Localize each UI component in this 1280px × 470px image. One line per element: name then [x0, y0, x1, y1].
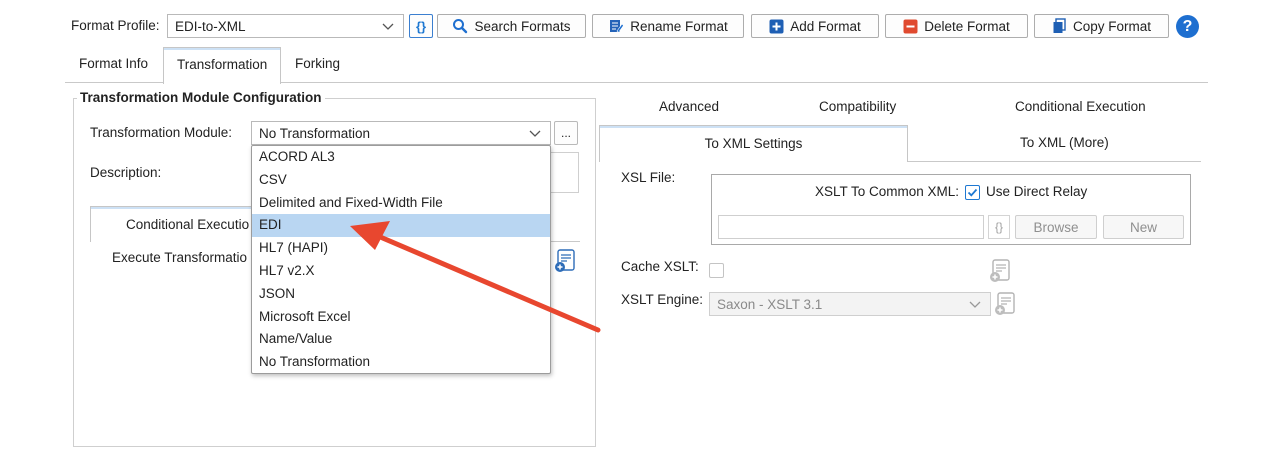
chevron-down-icon: [969, 301, 981, 308]
transformation-module-dropdown[interactable]: ACORD AL3 CSV Delimited and Fixed-Width …: [251, 145, 551, 374]
module-more-button[interactable]: ...: [554, 121, 578, 145]
format-variables-button[interactable]: {}: [409, 14, 433, 38]
tab-compatibility[interactable]: Compatibility: [819, 99, 896, 114]
new-button[interactable]: New: [1103, 215, 1184, 239]
search-formats-button[interactable]: Search Formats: [437, 14, 586, 38]
dropdown-option[interactable]: Delimited and Fixed-Width File: [252, 192, 550, 215]
use-direct-relay-checkbox[interactable]: [965, 185, 980, 200]
script-editor-icon[interactable]: [553, 249, 577, 274]
tab-active-indicator: [91, 207, 259, 209]
rename-format-label: Rename Format: [630, 18, 728, 34]
braces-icon: {}: [415, 18, 427, 34]
copy-icon: [1053, 18, 1066, 33]
transformation-module-select[interactable]: No Transformation: [251, 121, 551, 145]
dropdown-option[interactable]: ACORD AL3: [252, 146, 550, 169]
dropdown-option[interactable]: Name/Value: [252, 328, 550, 351]
tab-format-info[interactable]: Format Info: [79, 56, 148, 71]
chevron-down-icon: [382, 23, 394, 30]
help-icon[interactable]: ?: [1176, 15, 1199, 38]
tab-conditional-execution[interactable]: Conditional Executio: [90, 206, 260, 242]
chevron-down-icon: [529, 130, 541, 137]
xslt-engine-select[interactable]: Saxon - XSLT 3.1: [709, 292, 991, 316]
xsl-file-input[interactable]: [718, 215, 984, 239]
script-editor-icon[interactable]: [988, 259, 1012, 284]
copy-format-button[interactable]: Copy Format: [1034, 14, 1169, 38]
minus-icon: [903, 19, 918, 33]
cache-xslt-checkbox[interactable]: [709, 263, 724, 278]
dropdown-option[interactable]: No Transformation: [252, 351, 550, 374]
tab-transformation[interactable]: Transformation: [163, 47, 281, 84]
tab-advanced[interactable]: Advanced: [659, 99, 719, 114]
tab-active-indicator: [600, 126, 907, 128]
tab-forking[interactable]: Forking: [295, 56, 340, 71]
xslt-common-xml-label: XSLT To Common XML:: [815, 184, 960, 199]
xslt-engine-value: Saxon - XSLT 3.1: [717, 296, 823, 312]
delete-format-label: Delete Format: [924, 18, 1010, 34]
tab-conditional-execution-right[interactable]: Conditional Execution: [1015, 99, 1146, 114]
tab-to-xml-more[interactable]: To XML (More): [1020, 135, 1109, 150]
dropdown-option-selected[interactable]: EDI: [252, 214, 550, 238]
transformation-module-value: No Transformation: [259, 125, 371, 141]
format-profile-label: Format Profile:: [71, 18, 160, 33]
format-profile-select[interactable]: EDI-to-XML: [167, 14, 404, 38]
dropdown-option[interactable]: HL7 (HAPI): [252, 237, 550, 260]
rename-icon: [610, 20, 625, 33]
checkmark-icon: [967, 188, 978, 197]
use-direct-relay-label: Use Direct Relay: [986, 184, 1088, 199]
dropdown-option[interactable]: CSV: [252, 169, 550, 192]
braces-icon[interactable]: {}: [988, 215, 1010, 239]
script-editor-icon[interactable]: [993, 292, 1017, 317]
dropdown-option[interactable]: Microsoft Excel: [252, 306, 550, 329]
add-format-button[interactable]: Add Format: [751, 14, 879, 38]
description-label: Description:: [90, 165, 162, 180]
xsl-file-label: XSL File:: [621, 170, 676, 185]
search-icon: [453, 19, 468, 34]
dropdown-option[interactable]: JSON: [252, 283, 550, 306]
delete-format-button[interactable]: Delete Format: [885, 14, 1028, 38]
search-formats-label: Search Formats: [474, 18, 571, 34]
tab-transformation-label: Transformation: [177, 57, 268, 72]
group-title: Transformation Module Configuration: [77, 90, 325, 105]
tab-to-xml-settings[interactable]: To XML Settings: [599, 125, 908, 162]
copy-format-label: Copy Format: [1072, 18, 1152, 34]
tab-to-xml-settings-label: To XML Settings: [704, 136, 803, 151]
rename-format-button[interactable]: Rename Format: [592, 14, 744, 38]
tab-conditional-execution-label: Conditional Executio: [126, 217, 250, 232]
format-profile-value: EDI-to-XML: [175, 18, 246, 34]
execute-transformation-label: Execute Transformatio: [112, 250, 248, 265]
plus-icon: [769, 19, 784, 33]
cache-xslt-label: Cache XSLT:: [621, 259, 699, 274]
browse-button[interactable]: Browse: [1015, 215, 1097, 239]
ellipsis-icon: ...: [560, 126, 571, 140]
dropdown-option[interactable]: HL7 v2.X: [252, 260, 550, 283]
xslt-engine-label: XSLT Engine:: [621, 292, 704, 307]
transformation-module-label: Transformation Module:: [90, 125, 233, 140]
add-format-label: Add Format: [790, 18, 861, 34]
help-glyph: ?: [1182, 17, 1193, 35]
tab-active-indicator: [164, 48, 280, 50]
